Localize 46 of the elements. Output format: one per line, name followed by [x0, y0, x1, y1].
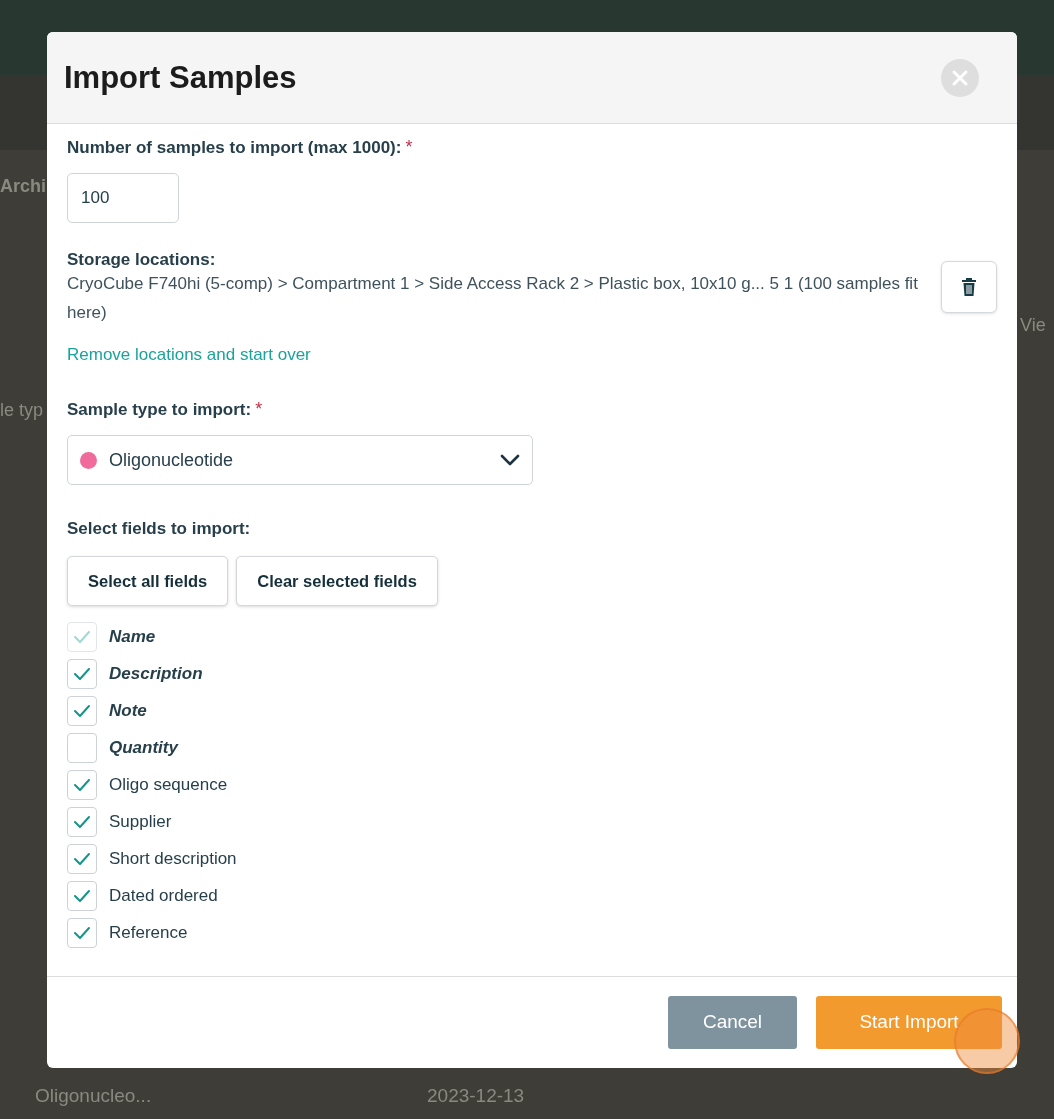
checkbox[interactable] — [67, 658, 97, 689]
table-cell-text: Oligonucleo... — [35, 1084, 152, 1108]
field-option-label: Oligo sequence — [109, 773, 228, 796]
storage-path: CryoCube F740hi (5-comp) > Compartment 1 > Side Access Rack 2 > Plastic box, 10x10 g... 5 1 (100 samples fit here) — [67, 272, 919, 325]
field-option-label: Description — [109, 662, 203, 685]
checkbox[interactable] — [67, 880, 97, 911]
table-cell-text: 2023-12-13 — [427, 1084, 525, 1108]
field-option-label: Name — [109, 625, 156, 648]
field-option-label: Supplier — [109, 810, 172, 833]
section-heading: Archi — [0, 175, 46, 198]
select-all-button[interactable]: Select all fields — [67, 556, 229, 606]
checkbox[interactable] — [67, 917, 97, 948]
checkmark-icon — [73, 925, 91, 940]
delete-button[interactable] — [941, 260, 997, 313]
clear-selection-button[interactable]: Clear selected fields — [236, 556, 438, 606]
checkmark-icon — [73, 814, 91, 829]
checkbox[interactable] — [67, 769, 97, 800]
sample-type-select[interactable]: Oligonucleotide — [67, 435, 533, 485]
checkbox[interactable] — [67, 843, 97, 874]
checkbox[interactable] — [67, 732, 97, 763]
checkmark-icon — [73, 666, 91, 681]
close-icon — [951, 68, 969, 87]
field-label: Sample type to import: — [67, 400, 252, 419]
field-label: Select fields to import: — [67, 519, 251, 538]
field-label: Number of samples to import (max 1000): — [67, 138, 402, 157]
chevron-down-icon — [500, 454, 520, 466]
select-value: Oligonucleotide — [109, 448, 235, 472]
checkmark-icon — [73, 888, 91, 903]
checkmark-icon — [73, 777, 91, 792]
checkmark-icon — [73, 629, 91, 644]
filter-label: le typ — [0, 399, 44, 422]
checkbox[interactable] — [67, 695, 97, 726]
field-option-label: Quantity — [109, 736, 178, 759]
field-option-label: Note — [109, 699, 147, 722]
checkmark-icon — [73, 703, 91, 718]
required-marker: * — [255, 399, 263, 419]
field-option-label: Dated ordered — [109, 884, 218, 907]
field-label: Storage locations: — [67, 249, 217, 271]
dialog-title: Import Samples — [64, 58, 297, 97]
required-marker: * — [405, 137, 413, 157]
field-option-label: Short description — [109, 847, 237, 870]
trash-icon — [961, 277, 977, 296]
checkbox[interactable] — [67, 806, 97, 837]
number-input[interactable]: 100 — [67, 173, 179, 223]
checkmark-icon — [73, 851, 91, 866]
field-option-label: Reference — [109, 921, 188, 944]
